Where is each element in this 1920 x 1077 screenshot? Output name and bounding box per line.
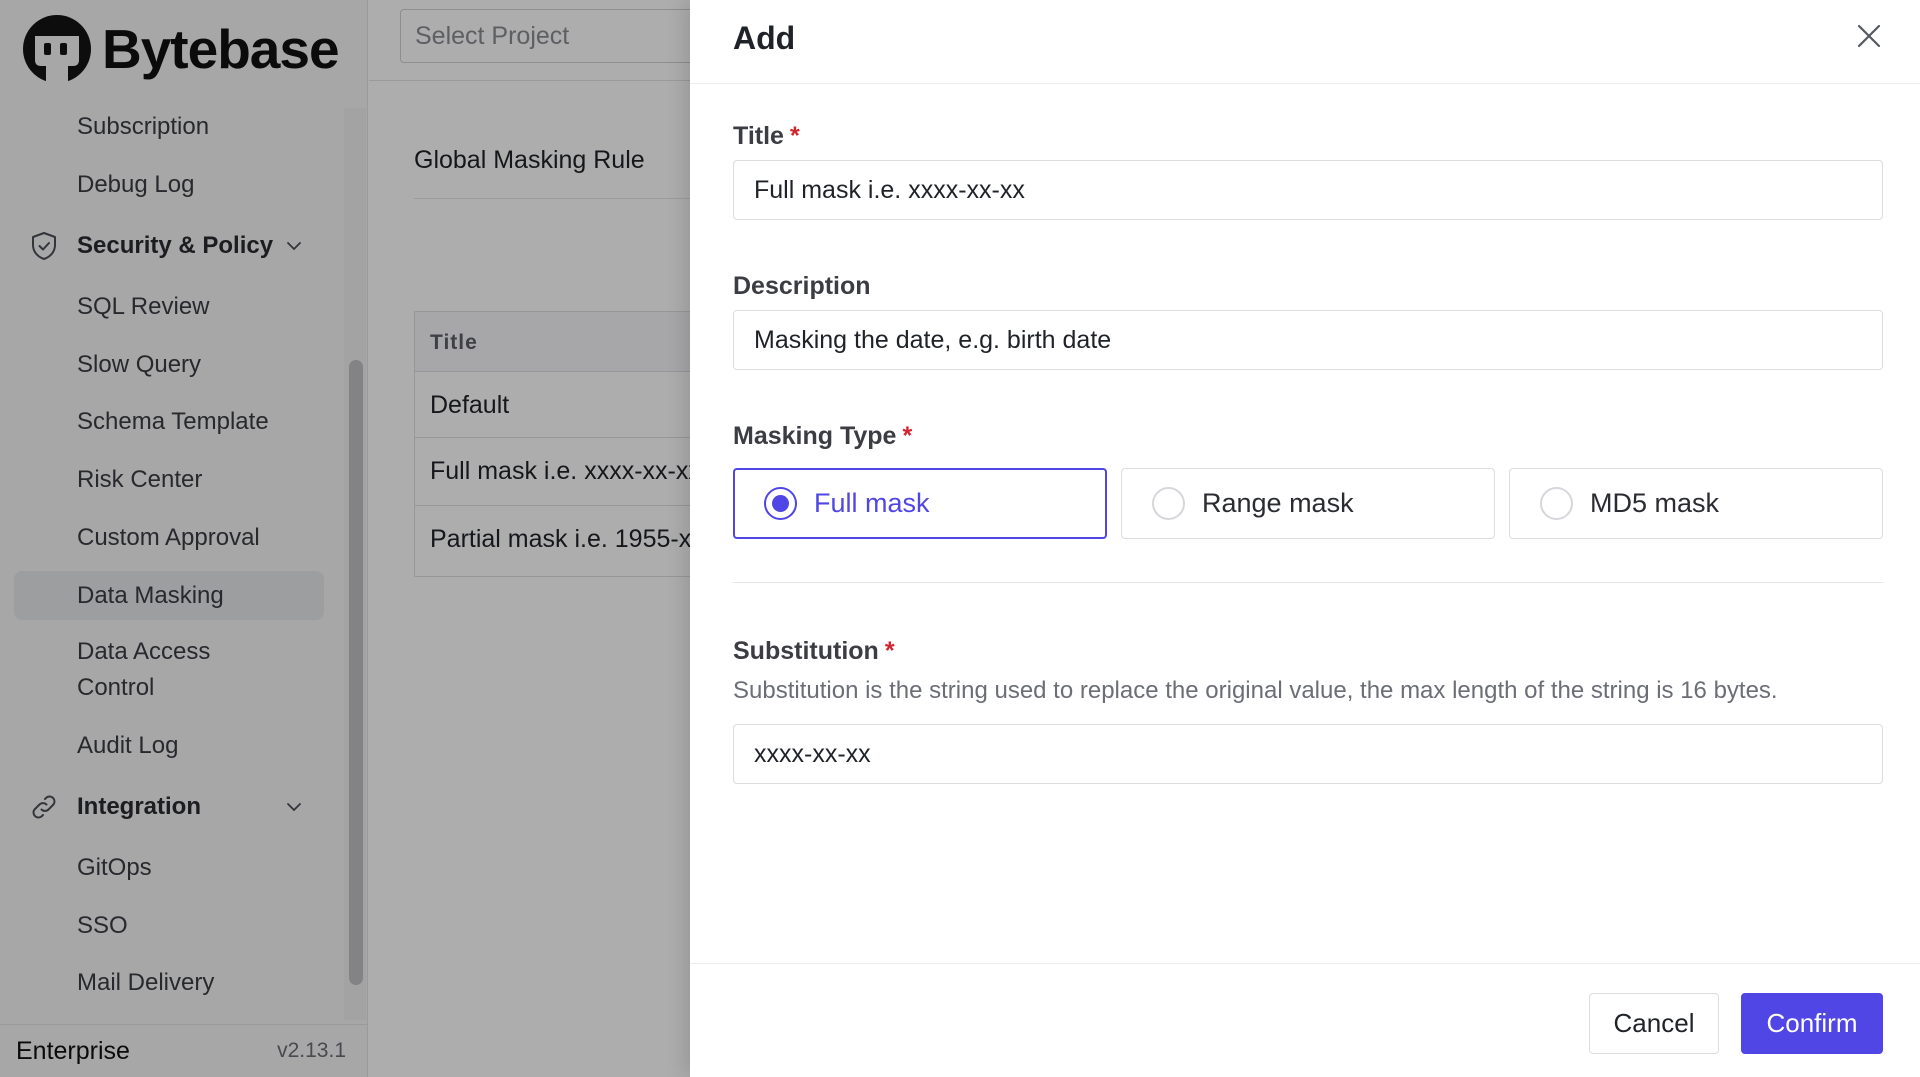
- radio-label: MD5 mask: [1590, 488, 1720, 518]
- confirm-button[interactable]: Confirm: [1741, 993, 1883, 1054]
- radio-unselected-icon[interactable]: [1152, 487, 1185, 520]
- title-label: Title *: [733, 122, 800, 151]
- drawer-title: Add: [733, 20, 796, 56]
- required-marker: *: [902, 422, 913, 450]
- title-input[interactable]: [733, 160, 1883, 220]
- substitution-label: Substitution *: [733, 637, 895, 666]
- masking-type-label-text: Masking Type: [733, 422, 897, 450]
- masking-type-option-full-mask[interactable]: Full mask: [733, 468, 1107, 539]
- radio-label: Full mask: [814, 488, 930, 518]
- required-marker: *: [789, 122, 800, 150]
- masking-type-option-md5-mask[interactable]: MD5 mask: [1509, 468, 1883, 539]
- cancel-button[interactable]: Cancel: [1589, 993, 1719, 1054]
- title-label-text: Title: [733, 122, 784, 150]
- form-divider: [733, 582, 1883, 583]
- radio-selected-icon[interactable]: [764, 487, 797, 520]
- substitution-input[interactable]: [733, 724, 1883, 784]
- radio-label: Range mask: [1202, 488, 1354, 518]
- substitution-help-text: Substitution is the string used to repla…: [733, 677, 1778, 704]
- drawer-footer: Cancel Confirm: [690, 963, 1920, 1077]
- drawer-header: Add: [690, 0, 1920, 84]
- close-icon[interactable]: [1855, 22, 1883, 50]
- masking-type-option-range-mask[interactable]: Range mask: [1121, 468, 1495, 539]
- add-masking-rule-drawer: Add Title* Description Masking Type* Ful…: [690, 0, 1920, 1077]
- description-label: Description: [733, 272, 871, 300]
- description-input[interactable]: [733, 310, 1883, 370]
- required-marker: *: [884, 637, 895, 665]
- masking-type-label: Masking Type *: [733, 422, 912, 451]
- radio-unselected-icon[interactable]: [1540, 487, 1573, 520]
- substitution-label-text: Substitution: [733, 637, 879, 665]
